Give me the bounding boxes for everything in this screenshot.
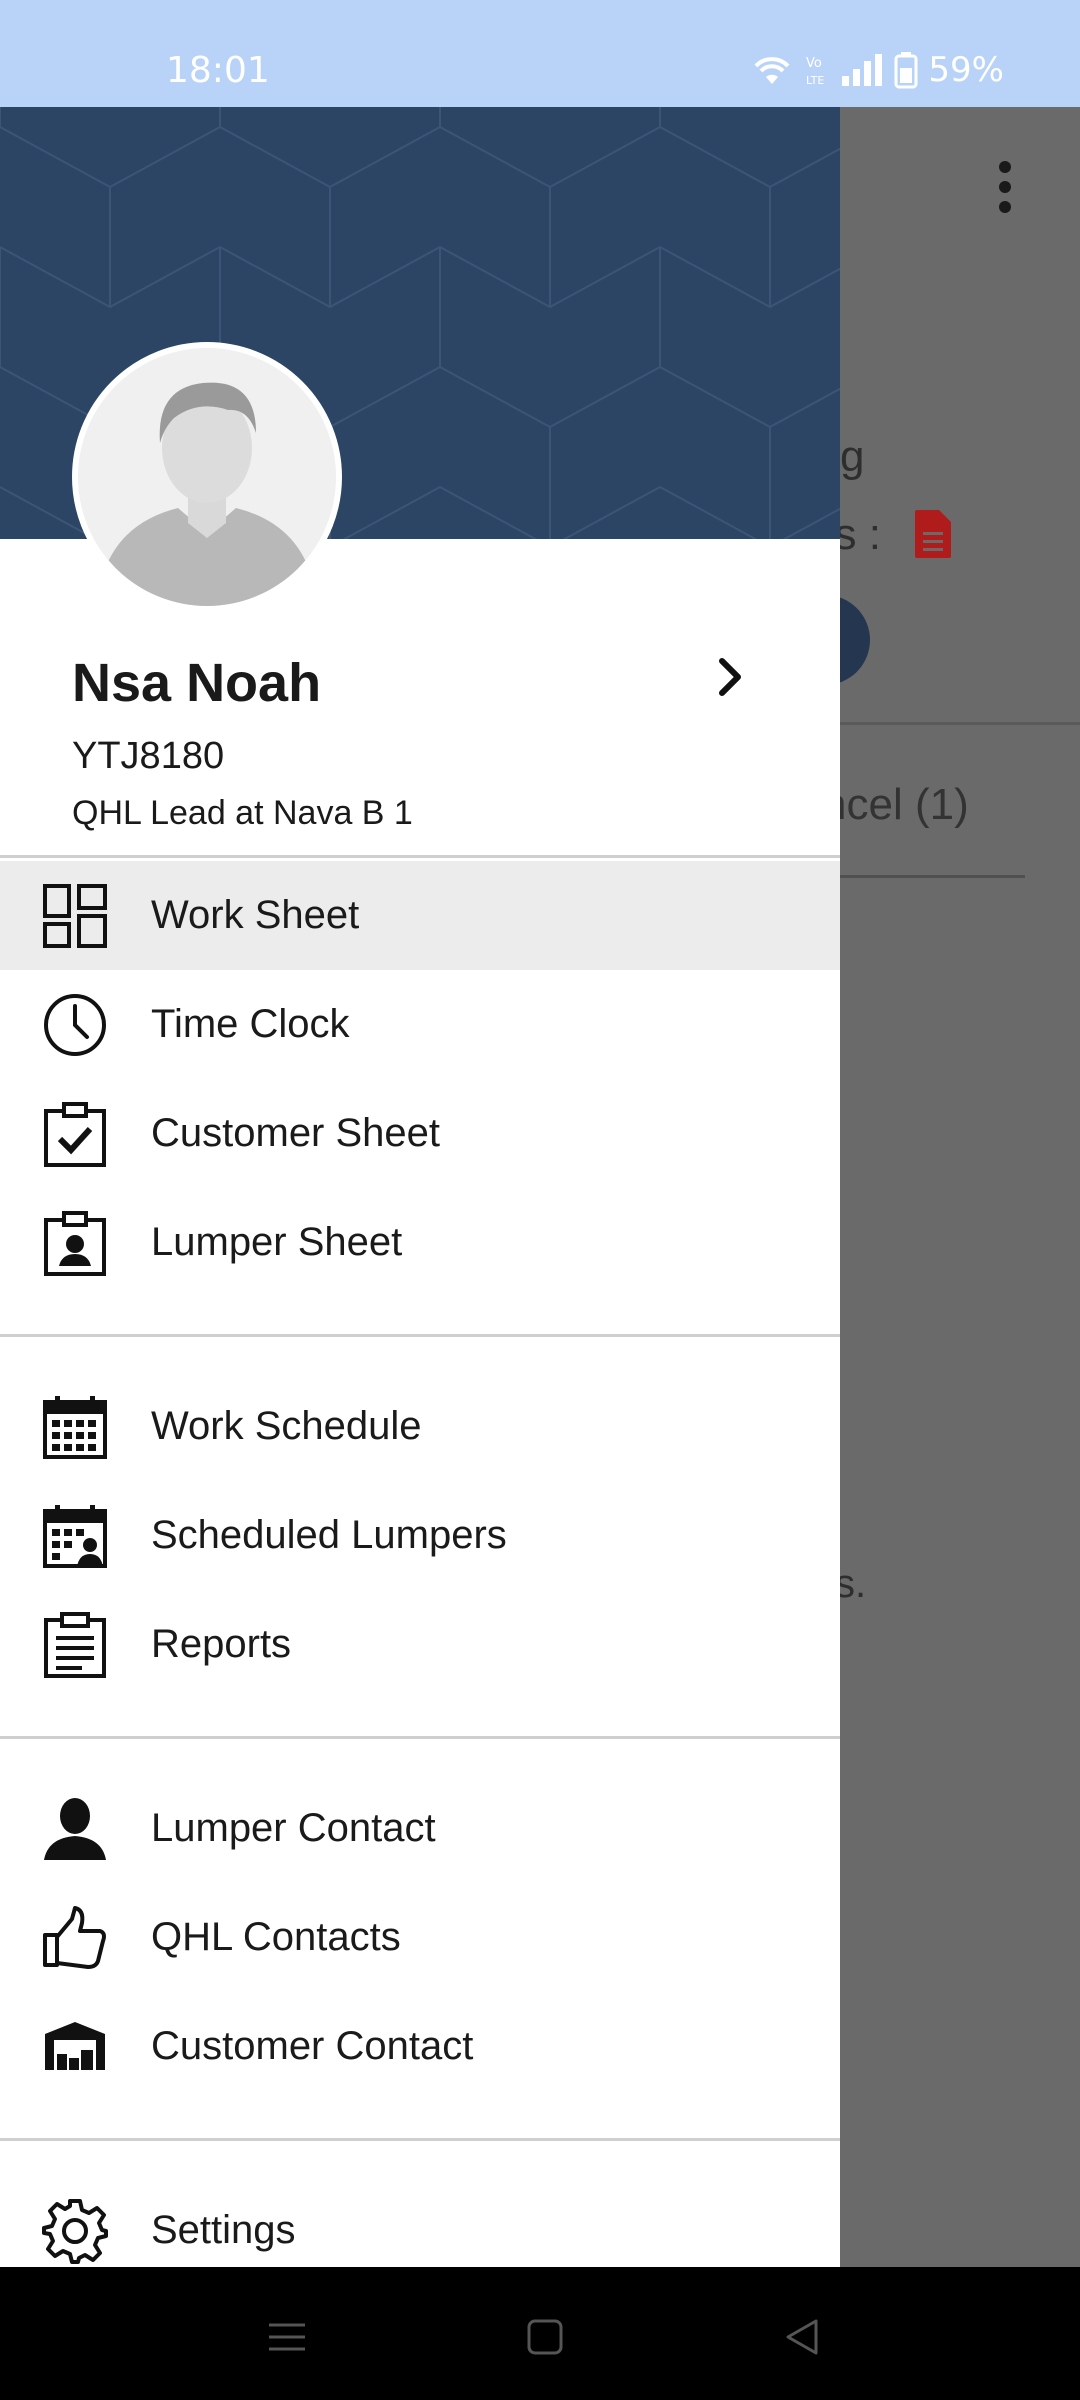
- menu-label: Work Sheet: [151, 893, 360, 937]
- signal-icon: [842, 54, 883, 86]
- wifi-icon: [754, 57, 790, 84]
- avatar-placeholder-icon: [78, 348, 336, 606]
- profile-id: YTJ8180: [72, 735, 225, 777]
- menu-label: Scheduled Lumpers: [151, 1513, 507, 1557]
- menu-item-qhl-contacts[interactable]: QHL Contacts: [0, 1883, 840, 1992]
- clipboard-check-icon: [40, 1099, 110, 1169]
- menu-item-settings[interactable]: Settings: [0, 2176, 840, 2267]
- menu-item-scheduled-lumpers[interactable]: Scheduled Lumpers: [0, 1481, 840, 1590]
- menu-item-work-sheet[interactable]: Work Sheet: [0, 861, 840, 970]
- home-nav-icon[interactable]: [515, 2307, 575, 2367]
- report-icon: [40, 1610, 110, 1680]
- battery-percent: 59%: [928, 50, 1004, 90]
- status-icons: Vo LTE 59%: [750, 50, 1004, 90]
- profile-role: QHL Lead at Nava B 1: [72, 794, 413, 832]
- menu-item-lumper-contact[interactable]: Lumper Contact: [0, 1774, 840, 1883]
- battery-icon: [894, 52, 918, 89]
- menu-label: Time Clock: [151, 1002, 350, 1046]
- status-bar: 18:01 Vo LTE 59%: [0, 0, 1080, 107]
- background-tab-underline: [840, 875, 1025, 878]
- thumbs-up-icon: [40, 1903, 110, 1973]
- dashboard-icon: [40, 881, 110, 951]
- menu-label: Lumper Sheet: [151, 1220, 403, 1264]
- background-text: g: [840, 432, 865, 481]
- menu-label: Reports: [151, 1622, 292, 1666]
- menu-item-time-clock[interactable]: Time Clock: [0, 970, 840, 1079]
- profile-name[interactable]: Nsa Noah: [72, 652, 321, 714]
- avatar[interactable]: [72, 342, 342, 612]
- menu-label: Settings: [151, 2208, 296, 2252]
- section-divider: [0, 2138, 840, 2141]
- pdf-icon: [915, 510, 951, 558]
- chevron-right-icon[interactable]: [700, 647, 760, 707]
- background-divider: [840, 722, 1080, 725]
- clipboard-person-icon: [40, 1208, 110, 1278]
- person-icon: [40, 1794, 110, 1864]
- volte-icon: Vo LTE: [806, 56, 824, 87]
- section-divider: [0, 1736, 840, 1739]
- menu-item-customer-sheet[interactable]: Customer Sheet: [0, 1079, 840, 1188]
- section-divider: [0, 1334, 840, 1337]
- menu-nav-icon[interactable]: [257, 2307, 317, 2367]
- gear-icon: [40, 2196, 110, 2266]
- calendar-icon: [40, 1392, 110, 1462]
- warehouse-icon: [40, 2012, 110, 2082]
- svg-text:Vo: Vo: [806, 56, 822, 71]
- background-tab: ncel (1): [822, 780, 969, 829]
- section-divider: [0, 855, 840, 858]
- menu-label: Work Schedule: [151, 1404, 422, 1448]
- menu-item-customer-contact[interactable]: Customer Contact: [0, 1992, 840, 2101]
- menu-item-lumper-sheet[interactable]: Lumper Sheet: [0, 1188, 840, 1297]
- svg-text:LTE: LTE: [806, 74, 824, 87]
- status-time: 18:01: [166, 50, 270, 91]
- menu-item-reports[interactable]: Reports: [0, 1590, 840, 1699]
- menu-label: Lumper Contact: [151, 1806, 436, 1850]
- back-nav-icon[interactable]: [772, 2307, 832, 2367]
- menu-item-work-schedule[interactable]: Work Schedule: [0, 1372, 840, 1481]
- menu-label: Customer Sheet: [151, 1111, 441, 1155]
- system-navigation-bar: [0, 2267, 1080, 2400]
- more-options-icon: [999, 161, 1011, 213]
- menu-label: QHL Contacts: [151, 1915, 401, 1959]
- calendar-person-icon: [40, 1501, 110, 1571]
- navigation-drawer: Nsa Noah YTJ8180 QHL Lead at Nava B 1 Wo…: [0, 107, 840, 2267]
- menu-label: Customer Contact: [151, 2024, 474, 2068]
- clock-icon: [40, 990, 110, 1060]
